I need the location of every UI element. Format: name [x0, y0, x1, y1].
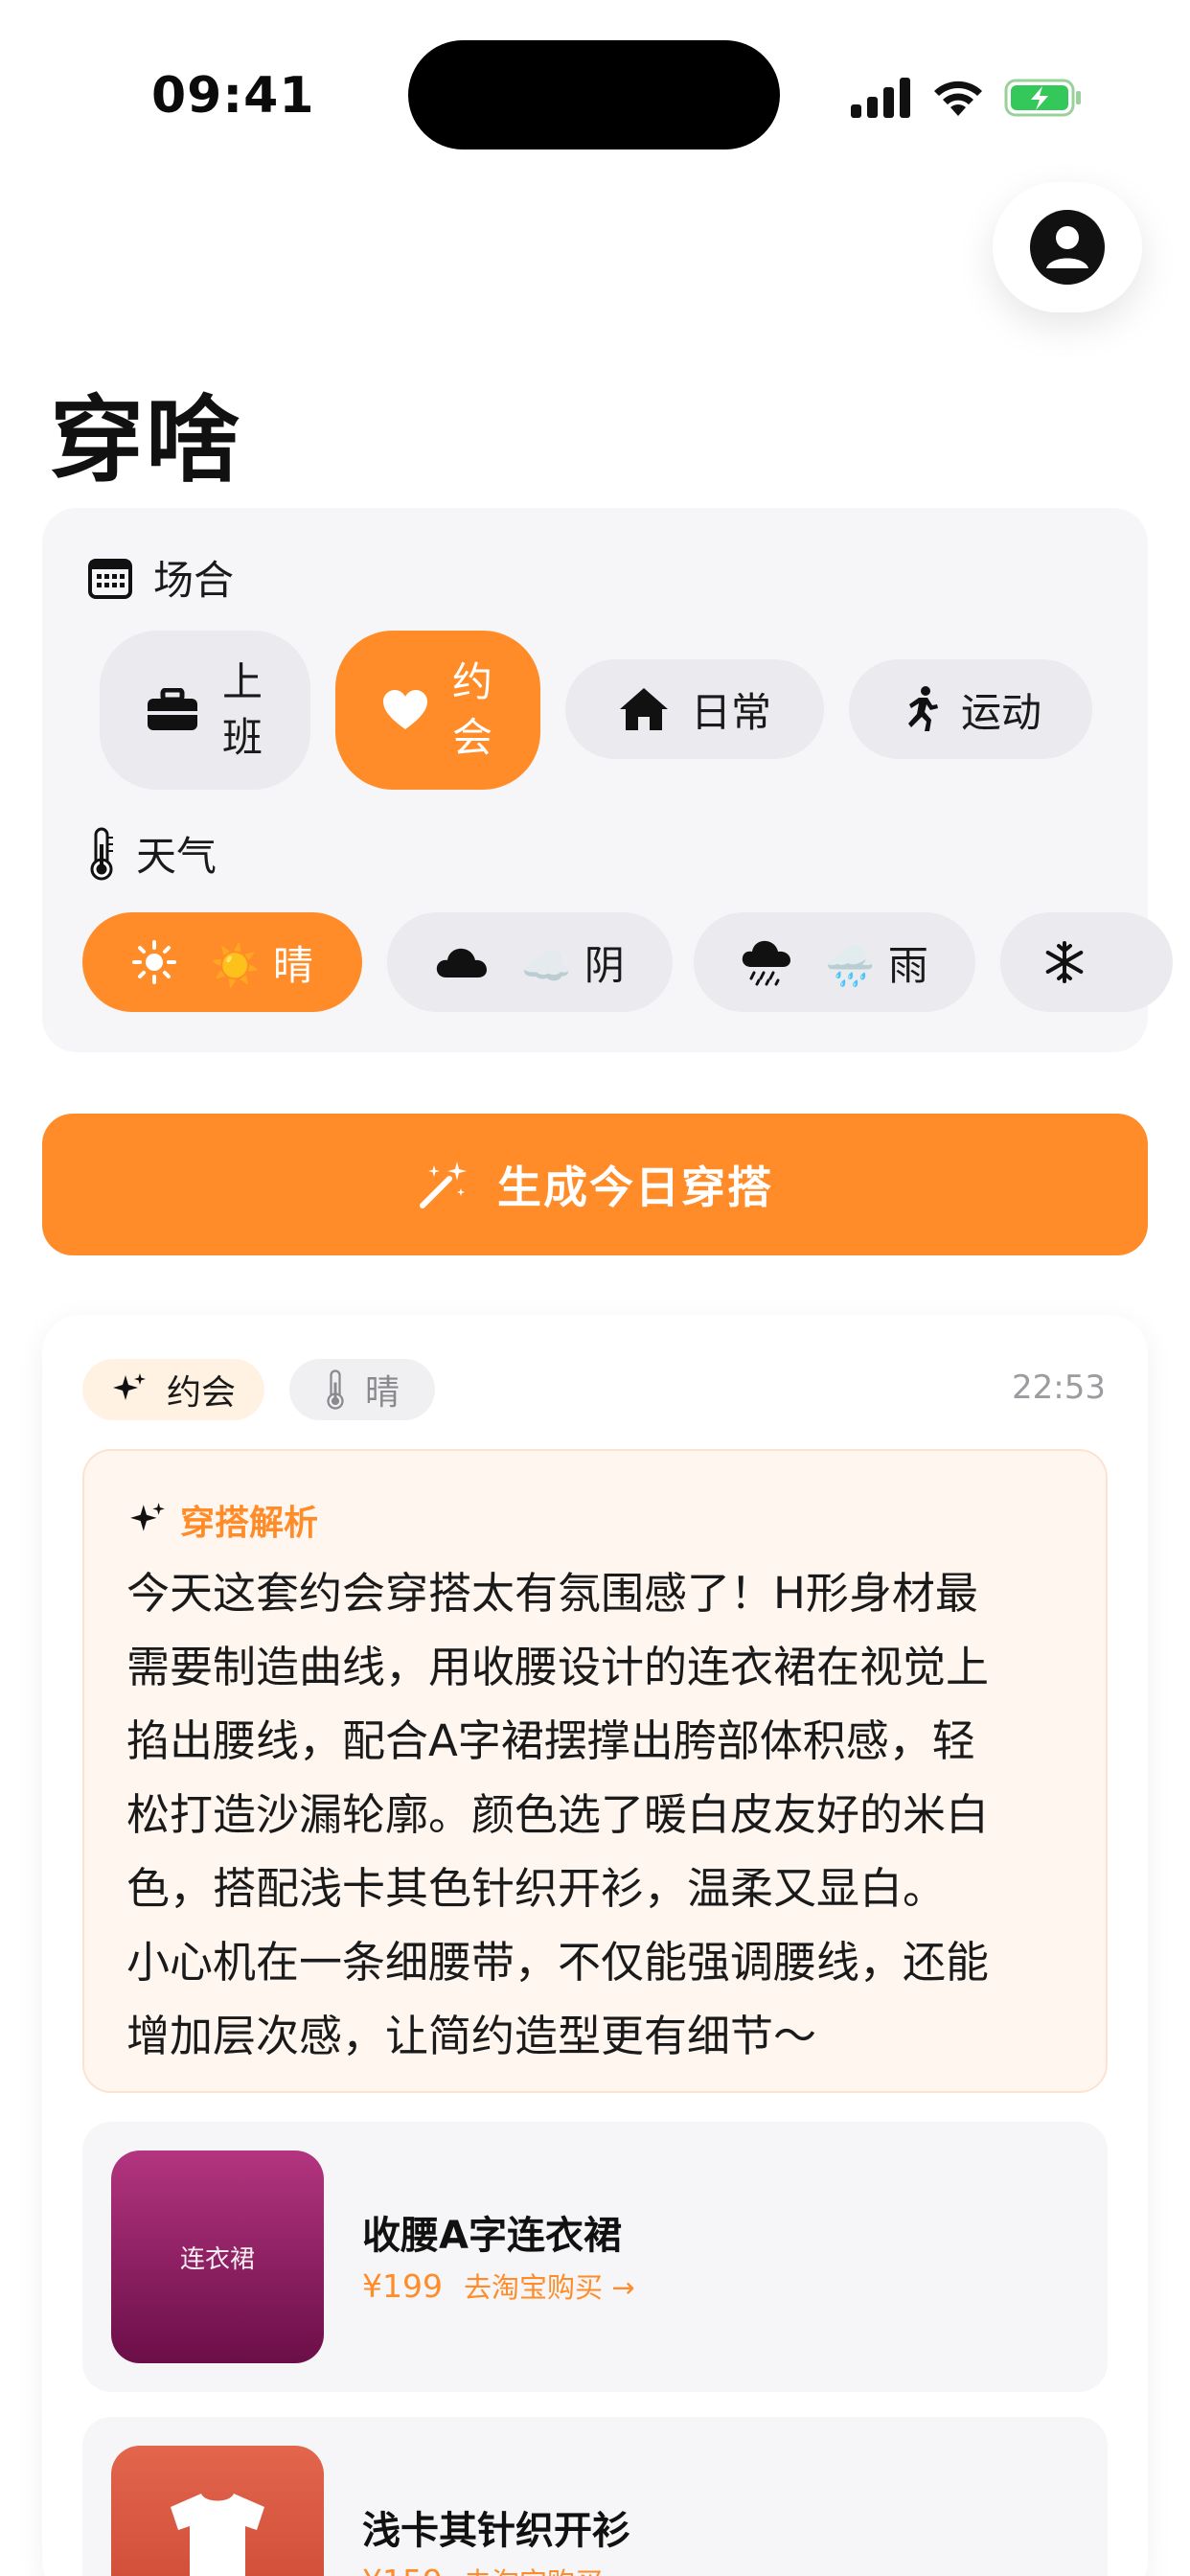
snowflake-icon	[1045, 941, 1084, 983]
calendar-icon	[88, 558, 132, 599]
tshirt-icon	[171, 2494, 264, 2576]
weather-section-label: 天气	[88, 824, 217, 883]
weather-chip-sunny[interactable]: ☀️ 晴	[82, 912, 362, 1012]
item-thumbnail: 连衣裙	[111, 2150, 324, 2363]
profile-button[interactable]	[993, 182, 1142, 312]
occasion-chip-label: 上班	[221, 658, 263, 761]
generate-outfit-label: 生成今日穿搭	[497, 1162, 773, 1213]
item-price: ¥159	[362, 2563, 443, 2576]
item-thumbnail	[111, 2446, 324, 2576]
thermometer-icon	[327, 1369, 344, 1410]
weather-chip-label: ☁️ 阴	[521, 941, 625, 989]
running-figure-icon	[907, 686, 938, 731]
item-price: ¥199	[362, 2266, 443, 2305]
person-circle-icon	[1030, 210, 1105, 285]
occasion-tag-label: 约会	[166, 1373, 236, 1413]
analysis-line: 小心机在一条细腰带，不仅能强调腰线，还能	[126, 1937, 990, 1988]
item-meta: ¥159 去淘宝购买 →	[362, 2561, 635, 2576]
weather-chip-label: ☀️ 晴	[210, 941, 313, 989]
page-title: 穿啥	[50, 386, 242, 495]
weather-chip-snowy[interactable]	[1000, 912, 1173, 1012]
buy-on-taobao-link[interactable]: 去淘宝购买 →	[464, 2266, 635, 2306]
outfit-item[interactable]: 连衣裙 收腰A字连衣裙 ¥199 去淘宝购买 →	[82, 2122, 1108, 2392]
magic-wand-icon	[420, 1162, 467, 1208]
selector-panel: 场合 上班 约会 日常 运动 天气 ☀️ 晴 ☁️ 阴 🌧️ 雨	[42, 508, 1173, 1052]
occasion-label: 场合	[153, 557, 235, 604]
analysis-line: 增加层次感，让简约造型更有细节～	[126, 2011, 817, 2061]
occasion-chip-label: 运动	[960, 688, 1041, 736]
status-time: 09:41	[151, 67, 315, 125]
signal-icon	[851, 78, 910, 118]
house-icon	[619, 688, 668, 730]
sparkle-icon	[130, 1503, 165, 1531]
item-name: 收腰A字连衣裙	[362, 2214, 622, 2258]
weather-label: 天气	[136, 833, 217, 880]
analysis-line: 需要制造曲线，用收腰设计的连衣裙在视觉上	[126, 1642, 990, 1692]
dynamic-island	[408, 40, 780, 150]
analysis-line: 松打造沙漏轮廓。颜色选了暖白皮友好的米白	[126, 1789, 990, 1840]
app-screen: 09:41 穿啥 场合 上班 约会 日常 运动 天气 ☀️ 晴 ☁️ 阴 🌧️ …	[0, 0, 1190, 2576]
occasion-section-label: 场合	[88, 548, 234, 607]
heart-icon	[383, 690, 427, 729]
item-meta: ¥199 去淘宝购买 →	[362, 2266, 635, 2306]
analysis-title-label: 穿搭解析	[180, 1504, 319, 1543]
generate-outfit-button[interactable]: 生成今日穿搭	[42, 1114, 1148, 1255]
outfit-item[interactable]: 浅卡其针织开衫 ¥159 去淘宝购买 →	[82, 2417, 1108, 2576]
occasion-chip-label: 日常	[690, 688, 771, 736]
weather-chip-rainy[interactable]: 🌧️ 雨	[694, 912, 975, 1012]
outfit-analysis-box: 穿搭解析 今天这套约会穿搭太有氛围感了！H形身材最 需要制造曲线，用收腰设计的连…	[82, 1449, 1108, 2093]
occasion-chip-work[interactable]: 上班	[100, 631, 310, 790]
sun-icon	[132, 940, 177, 984]
analysis-line: 今天这套约会穿搭太有氛围感了！H形身材最	[126, 1568, 978, 1619]
occasion-tag: 约会	[82, 1359, 264, 1420]
briefcase-icon	[148, 688, 197, 730]
analysis-text: 今天这套约会穿搭太有氛围感了！H形身材最 需要制造曲线，用收腰设计的连衣裙在视觉…	[126, 1556, 1085, 2073]
sparkle-icon	[112, 1373, 146, 1400]
thermometer-icon	[90, 827, 113, 880]
occasion-chip-date[interactable]: 约会	[335, 631, 540, 790]
result-timestamp: 22:53	[1012, 1368, 1106, 1407]
occasion-chip-label: 约会	[451, 658, 492, 761]
weather-chip-cloudy[interactable]: ☁️ 阴	[387, 912, 673, 1012]
item-thumbnail-label: 连衣裙	[179, 2244, 255, 2274]
occasion-chip-sport[interactable]: 运动	[849, 659, 1092, 759]
item-name: 浅卡其针织开衫	[362, 2509, 630, 2553]
occasion-chip-daily[interactable]: 日常	[565, 659, 824, 759]
weather-chip-label: 🌧️ 雨	[825, 941, 928, 989]
analysis-title: 穿搭解析	[128, 1495, 318, 1545]
cloud-rain-icon	[742, 940, 791, 986]
analysis-line: 色，搭配浅卡其色针织开衫，温柔又显白。	[126, 1863, 947, 1914]
weather-tag-label: 晴	[364, 1373, 400, 1413]
status-icons	[851, 71, 1083, 125]
wifi-icon	[934, 80, 982, 116]
weather-tag: 晴	[289, 1359, 435, 1420]
buy-on-taobao-link[interactable]: 去淘宝购买 →	[464, 2561, 635, 2576]
battery-charging-icon	[1004, 79, 1081, 117]
cloud-icon	[436, 948, 488, 978]
analysis-line: 掐出腰线，配合A字裙摆撑出胯部体积感，轻	[126, 1715, 975, 1766]
outfit-result-card: 约会 晴 22:53 穿搭解析 今天这套约会穿搭太有氛围感了！H形身材最 需要制…	[42, 1315, 1148, 2576]
